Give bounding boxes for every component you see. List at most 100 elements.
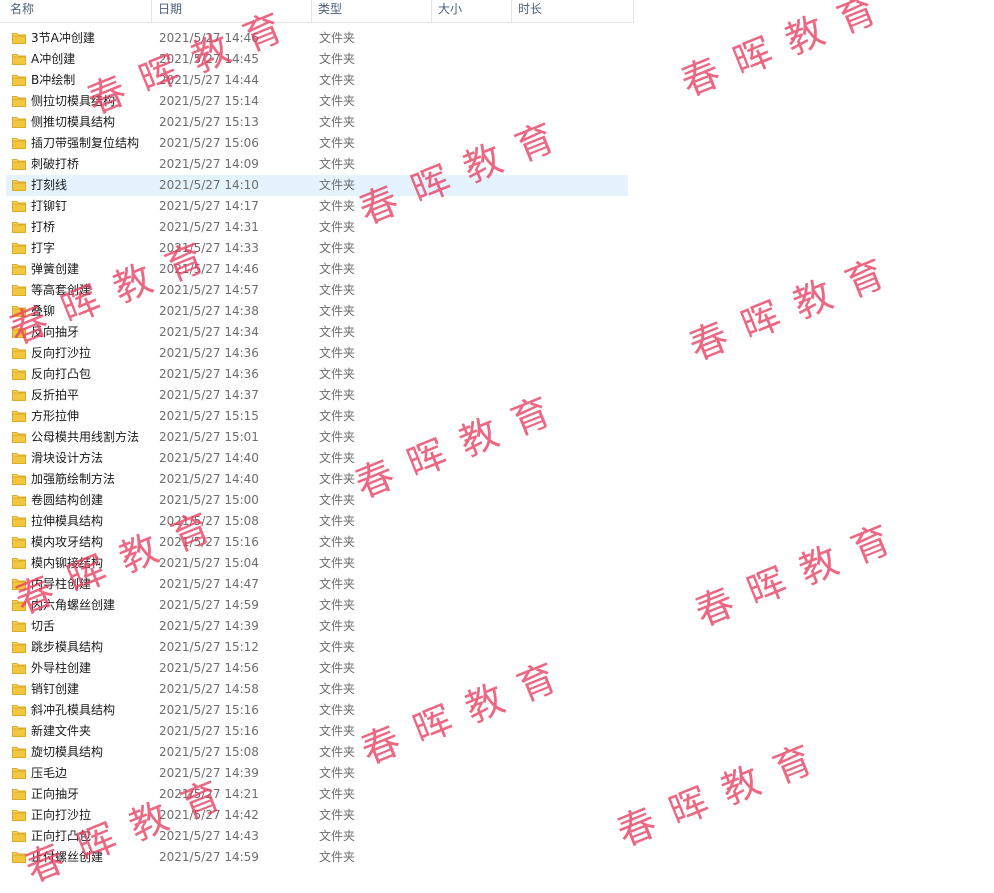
file-date: 2021/5/27 15:12 (159, 640, 259, 654)
folder-icon (12, 788, 26, 800)
file-row[interactable]: 叠铆 2021/5/27 14:38 文件夹 (6, 301, 628, 322)
file-type: 文件夹 (319, 661, 356, 675)
file-row[interactable]: 正向抽牙 2021/5/27 14:21 文件夹 (6, 784, 628, 805)
file-row[interactable]: 刺破打桥 2021/5/27 14:09 文件夹 (6, 154, 628, 175)
file-name: 跳步模具结构 (31, 640, 104, 654)
folder-icon (12, 326, 26, 338)
file-row[interactable]: 旋切模具结构 2021/5/27 15:08 文件夹 (6, 742, 628, 763)
file-name: 斜冲孔模具结构 (31, 703, 116, 717)
file-row[interactable]: 斜冲孔模具结构 2021/5/27 15:16 文件夹 (6, 700, 628, 721)
file-row[interactable]: 拉伸模具结构 2021/5/27 15:08 文件夹 (6, 511, 628, 532)
file-row[interactable]: 打刻线 2021/5/27 14:10 文件夹 (6, 175, 628, 196)
file-type: 文件夹 (319, 241, 356, 255)
file-row[interactable]: 等高套创建 2021/5/27 14:57 文件夹 (6, 280, 628, 301)
file-row[interactable]: 打字 2021/5/27 14:33 文件夹 (6, 238, 628, 259)
folder-icon (12, 305, 26, 317)
column-header-duration[interactable]: 时长 (512, 0, 634, 22)
column-header-name[interactable]: 名称 (0, 0, 152, 22)
file-type: 文件夹 (319, 808, 356, 822)
file-row[interactable]: A冲创建 2021/5/27 14:45 文件夹 (6, 49, 628, 70)
file-row[interactable]: 公母模共用线割方法 2021/5/27 15:01 文件夹 (6, 427, 628, 448)
file-type: 文件夹 (319, 304, 356, 318)
file-type: 文件夹 (319, 535, 356, 549)
file-row[interactable]: 内六角螺丝创建 2021/5/27 14:59 文件夹 (6, 595, 628, 616)
file-row[interactable]: 反折拍平 2021/5/27 14:37 文件夹 (6, 385, 628, 406)
file-type: 文件夹 (319, 430, 356, 444)
file-row[interactable]: 外导柱创建 2021/5/27 14:56 文件夹 (6, 658, 628, 679)
folder-icon (12, 95, 26, 107)
file-name: 拉伸模具结构 (31, 514, 104, 528)
file-type: 文件夹 (319, 220, 356, 234)
file-row[interactable]: 方形拉伸 2021/5/27 15:15 文件夹 (6, 406, 628, 427)
column-header-type[interactable]: 类型 (312, 0, 432, 22)
file-name: 侧拉切模具结构 (31, 94, 116, 108)
file-date: 2021/5/27 14:40 (159, 472, 259, 486)
file-type: 文件夹 (319, 136, 356, 150)
file-type: 文件夹 (319, 283, 356, 297)
file-row[interactable]: 反向抽牙 2021/5/27 14:34 文件夹 (6, 322, 628, 343)
folder-icon (12, 515, 26, 527)
file-date: 2021/5/27 14:31 (159, 220, 259, 234)
file-row[interactable]: 反向打凸包 2021/5/27 14:36 文件夹 (6, 364, 628, 385)
file-type: 文件夹 (319, 829, 356, 843)
file-date: 2021/5/27 15:01 (159, 430, 259, 444)
file-date: 2021/5/27 15:16 (159, 535, 259, 549)
file-date: 2021/5/27 14:45 (159, 52, 259, 66)
file-date: 2021/5/27 14:39 (159, 766, 259, 780)
file-row[interactable]: 止付螺丝创建 2021/5/27 14:59 文件夹 (6, 847, 628, 868)
file-row[interactable]: 切舌 2021/5/27 14:39 文件夹 (6, 616, 628, 637)
file-type: 文件夹 (319, 73, 356, 87)
file-row[interactable]: 模内铆接结构 2021/5/27 15:04 文件夹 (6, 553, 628, 574)
file-name: 叠铆 (31, 304, 56, 318)
file-date: 2021/5/27 14:36 (159, 367, 259, 381)
file-row[interactable]: 卷圆结构创建 2021/5/27 15:00 文件夹 (6, 490, 628, 511)
file-row[interactable]: 跳步模具结构 2021/5/27 15:12 文件夹 (6, 637, 628, 658)
file-row[interactable]: 加强筋绘制方法 2021/5/27 14:40 文件夹 (6, 469, 628, 490)
folder-icon (12, 389, 26, 401)
file-row[interactable]: 3节A冲创建 2021/5/27 14:46 文件夹 (6, 28, 628, 49)
file-name: 打铆钉 (31, 199, 68, 213)
file-type: 文件夹 (319, 52, 356, 66)
file-row[interactable]: 正向打凸包 2021/5/27 14:43 文件夹 (6, 826, 628, 847)
file-date: 2021/5/27 15:04 (159, 556, 259, 570)
file-name: 销钉创建 (31, 682, 80, 696)
file-name: 内六角螺丝创建 (31, 598, 116, 612)
file-row[interactable]: 新建文件夹 2021/5/27 15:16 文件夹 (6, 721, 628, 742)
file-date: 2021/5/27 15:15 (159, 409, 259, 423)
folder-icon (12, 116, 26, 128)
file-row[interactable]: 销钉创建 2021/5/27 14:58 文件夹 (6, 679, 628, 700)
file-row[interactable]: 压毛边 2021/5/27 14:39 文件夹 (6, 763, 628, 784)
folder-icon (12, 725, 26, 737)
file-type: 文件夹 (319, 325, 356, 339)
file-date: 2021/5/27 14:38 (159, 304, 259, 318)
file-row[interactable]: 内导柱创建 2021/5/27 14:47 文件夹 (6, 574, 628, 595)
file-date: 2021/5/27 14:59 (159, 850, 259, 864)
file-date: 2021/5/27 14:46 (159, 262, 259, 276)
file-name: 正向打凸包 (31, 829, 92, 843)
file-row[interactable]: 模内攻牙结构 2021/5/27 15:16 文件夹 (6, 532, 628, 553)
file-row[interactable]: 反向打沙拉 2021/5/27 14:36 文件夹 (6, 343, 628, 364)
file-row[interactable]: 侧拉切模具结构 2021/5/27 15:14 文件夹 (6, 91, 628, 112)
file-name: 打字 (31, 241, 56, 255)
file-date: 2021/5/27 15:06 (159, 136, 259, 150)
folder-icon (12, 263, 26, 275)
file-date: 2021/5/27 14:42 (159, 808, 259, 822)
column-header-date[interactable]: 日期 (152, 0, 312, 22)
folder-icon (12, 53, 26, 65)
folder-icon (12, 137, 26, 149)
file-name: 内导柱创建 (31, 577, 92, 591)
file-row[interactable]: 弹簧创建 2021/5/27 14:46 文件夹 (6, 259, 628, 280)
column-header-size[interactable]: 大小 (432, 0, 512, 22)
file-row[interactable]: 打铆钉 2021/5/27 14:17 文件夹 (6, 196, 628, 217)
folder-icon (12, 683, 26, 695)
file-type: 文件夹 (319, 682, 356, 696)
file-row[interactable]: 侧推切模具结构 2021/5/27 15:13 文件夹 (6, 112, 628, 133)
file-date: 2021/5/27 14:57 (159, 283, 259, 297)
file-row[interactable]: 正向打沙拉 2021/5/27 14:42 文件夹 (6, 805, 628, 826)
file-row[interactable]: B冲绘制 2021/5/27 14:44 文件夹 (6, 70, 628, 91)
file-row[interactable]: 打桥 2021/5/27 14:31 文件夹 (6, 217, 628, 238)
file-row[interactable]: 插刀带强制复位结构 2021/5/27 15:06 文件夹 (6, 133, 628, 154)
file-row[interactable]: 滑块设计方法 2021/5/27 14:40 文件夹 (6, 448, 628, 469)
folder-icon (12, 473, 26, 485)
file-date: 2021/5/27 15:00 (159, 493, 259, 507)
